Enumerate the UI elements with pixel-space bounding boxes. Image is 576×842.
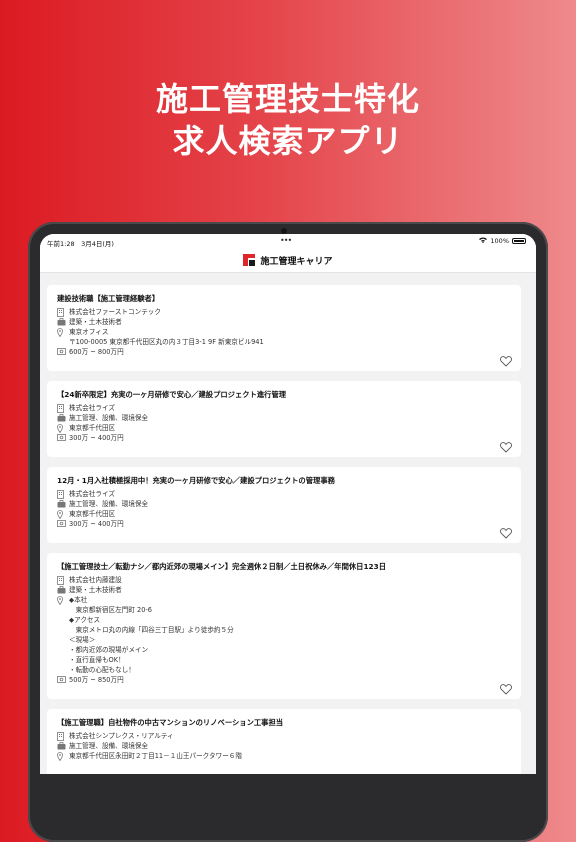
job-category: 施工管理、設備、環境保全 xyxy=(69,500,149,508)
location-line: 東京都千代田区 xyxy=(69,510,116,518)
location-pin-icon xyxy=(57,423,69,433)
app-screen: 午前1:28 3月4日(月) ••• 100% 施工管理キャリア 建設技術職【施… xyxy=(40,234,536,774)
location-line: 〒100-0005 東京都千代田区丸の内３丁目3-1 9F 新東京ビル941 xyxy=(69,338,264,346)
company-row: 株式会社ライズ xyxy=(57,403,511,413)
location-line: ＜現場＞ xyxy=(69,636,96,644)
multitasking-dots-icon[interactable]: ••• xyxy=(280,236,292,245)
category-row: 施工管理、設備、環境保全 xyxy=(57,413,511,423)
job-card[interactable]: 【24新卒限定】充実の一ヶ月研修で安心／建設プロジェクト進行管理 株式会社ライズ… xyxy=(47,381,521,457)
status-right: 100% xyxy=(479,237,526,245)
job-category: 施工管理、設備、環境保全 xyxy=(69,414,149,422)
company-row: 株式会社シンプレクス・リアルティ xyxy=(57,731,511,741)
building-icon xyxy=(57,575,69,585)
location-line: ◆アクセス xyxy=(69,616,101,624)
briefcase-icon xyxy=(57,499,69,508)
briefcase-icon xyxy=(57,741,69,750)
location-pin-icon xyxy=(57,327,69,337)
job-list: 建設技術職【施工管理経験者】 株式会社ファーストコンテック 建築・土木技術者 東… xyxy=(47,285,521,774)
wifi-icon xyxy=(479,237,488,245)
building-icon xyxy=(57,403,69,413)
money-icon xyxy=(57,347,69,355)
app-title: 施工管理キャリア xyxy=(260,256,333,267)
location-line: 東京都新宿区左門町 20-6 xyxy=(69,606,152,614)
money-icon xyxy=(57,519,69,527)
navigation-bar: 施工管理キャリア xyxy=(40,248,536,273)
location-row: 東京オフィス 〒100-0005 東京都千代田区丸の内３丁目3-1 9F 新東京… xyxy=(57,327,511,347)
location-line: ・転勤の心配もなし！ xyxy=(69,666,135,674)
category-row: 建築・土木技術者 xyxy=(57,317,511,327)
location-row: 東京都千代田区永田町２丁目11－１山王パークタワー６階 xyxy=(57,751,511,761)
briefcase-icon xyxy=(57,585,69,594)
location-row: ◆本社 東京都新宿区左門町 20-6 ◆アクセス 東京メトロ丸の内線「四谷三丁目… xyxy=(57,595,511,675)
category-row: 施工管理、設備、環境保全 xyxy=(57,499,511,509)
job-category: 建築・土木技術者 xyxy=(69,318,122,326)
job-category: 建築・土木技術者 xyxy=(69,586,122,594)
favorite-heart-icon[interactable] xyxy=(500,680,512,695)
company-row: 株式会社内藤建設 xyxy=(57,575,511,585)
building-icon xyxy=(57,489,69,499)
job-title: 【施工管理職】自社物件の中古マンションのリノベーション工事担当 xyxy=(57,718,284,727)
location-line: ◆本社 xyxy=(69,596,88,604)
salary: 500万 ~ 850万円 xyxy=(69,676,124,684)
job-category: 施工管理、設備、環境保全 xyxy=(69,742,149,750)
job-title: 12月・1月入社積極採用中！充実の一ヶ月研修で安心／建設プロジェクトの管理事務 xyxy=(57,476,335,485)
category-row: 建築・土木技術者 xyxy=(57,585,511,595)
battery-icon xyxy=(512,238,526,244)
job-card[interactable]: 建設技術職【施工管理経験者】 株式会社ファーストコンテック 建築・土木技術者 東… xyxy=(47,285,521,371)
job-card[interactable]: 【施工管理職】自社物件の中古マンションのリノベーション工事担当 株式会社シンプレ… xyxy=(47,709,521,774)
building-icon xyxy=(57,731,69,741)
location-line: 東京オフィス xyxy=(69,328,109,336)
building-icon xyxy=(57,307,69,317)
location-line: 東京都千代田区 xyxy=(69,424,116,432)
salary: 300万 ~ 400万円 xyxy=(69,434,124,442)
company-name: 株式会社内藤建設 xyxy=(69,576,122,584)
salary: 600万 ~ 800万円 xyxy=(69,348,124,356)
headline-line-1: 施工管理技士特化 xyxy=(155,80,420,118)
company-row: 株式会社ファーストコンテック xyxy=(57,307,511,317)
location-pin-icon xyxy=(57,509,69,519)
salary-row: 300万 ~ 400万円 xyxy=(57,433,511,443)
job-title: 建設技術職【施工管理経験者】 xyxy=(57,294,160,303)
status-bar: 午前1:28 3月4日(月) ••• 100% xyxy=(40,234,536,248)
location-row: 東京都千代田区 xyxy=(57,423,511,433)
briefcase-icon xyxy=(57,317,69,326)
job-title: 【24新卒限定】充実の一ヶ月研修で安心／建設プロジェクト進行管理 xyxy=(57,390,287,399)
location-line: 東京都千代田区永田町２丁目11－１山王パークタワー６階 xyxy=(69,752,242,760)
company-row: 株式会社ライズ xyxy=(57,489,511,499)
app-logo-icon xyxy=(243,254,256,266)
salary-row: 500万 ~ 850万円 xyxy=(57,675,511,685)
location-line: ・直行直帰もOK！ xyxy=(69,656,125,664)
salary-row: 300万 ~ 400万円 xyxy=(57,519,511,529)
location-row: 東京都千代田区 xyxy=(57,509,511,519)
location-line: 東京メトロ丸の内線「四谷三丁目駅」より徒歩約５分 xyxy=(69,626,234,634)
status-time: 午前1:28 3月4日(月) xyxy=(47,240,114,248)
favorite-heart-icon[interactable] xyxy=(500,524,512,539)
job-title: 【施工管理技士／転勤ナシ／都内近郊の現場メイン】完全週休２日制／土日祝休み／年間… xyxy=(57,562,386,571)
company-name: 株式会社シンプレクス・リアルティ xyxy=(69,732,174,740)
salary-row: 600万 ~ 800万円 xyxy=(57,347,511,357)
money-icon xyxy=(57,433,69,441)
location-pin-icon xyxy=(57,595,69,605)
location-pin-icon xyxy=(57,751,69,761)
category-row: 施工管理、設備、環境保全 xyxy=(57,741,511,751)
job-card[interactable]: 12月・1月入社積極採用中！充実の一ヶ月研修で安心／建設プロジェクトの管理事務 … xyxy=(47,467,521,543)
favorite-heart-icon[interactable] xyxy=(500,352,512,367)
headline: 施工管理技士特化 求人検索アプリ xyxy=(0,78,576,162)
company-name: 株式会社ファーストコンテック xyxy=(69,308,161,316)
company-name: 株式会社ライズ xyxy=(69,490,115,498)
company-name: 株式会社ライズ xyxy=(69,404,115,412)
briefcase-icon xyxy=(57,413,69,422)
salary: 300万 ~ 400万円 xyxy=(69,520,124,528)
favorite-heart-icon[interactable] xyxy=(500,438,512,453)
location-line: ・都内近郊の現場がメイン xyxy=(69,646,149,654)
job-card[interactable]: 【施工管理技士／転勤ナシ／都内近郊の現場メイン】完全週休２日制／土日祝休み／年間… xyxy=(47,553,521,699)
headline-line-2: 求人検索アプリ xyxy=(172,122,404,160)
battery-percent: 100% xyxy=(490,237,509,245)
money-icon xyxy=(57,675,69,683)
